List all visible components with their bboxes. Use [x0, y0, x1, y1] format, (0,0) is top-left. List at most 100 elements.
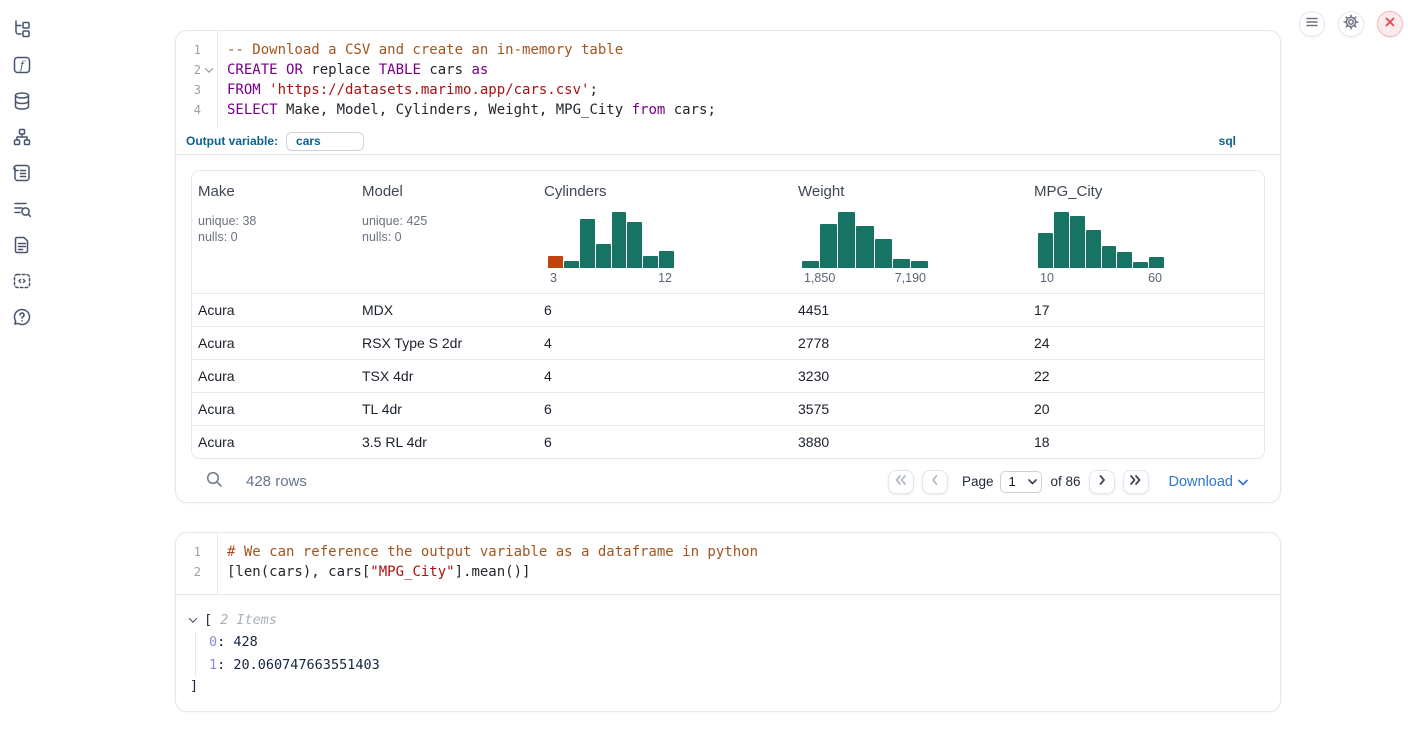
- axis-min-label: 10: [1040, 271, 1054, 285]
- tree-entry-value: 20.060747663551403: [233, 657, 379, 673]
- table-row[interactable]: AcuraMDX6445117: [192, 293, 1264, 326]
- histogram-bar[interactable]: [564, 261, 579, 268]
- tree-entry-value: 428: [233, 634, 257, 650]
- column-header: Modelunique: 425nulls: 0: [356, 171, 538, 293]
- page-select[interactable]: 1: [1000, 471, 1042, 493]
- code-token: TABLE: [379, 62, 421, 78]
- code-token: "MPG_City": [370, 564, 454, 580]
- axis-min-label: 1,850: [804, 271, 835, 285]
- python-code-editor[interactable]: 1# We can reference the output variable …: [176, 533, 1280, 595]
- code-snippet-icon: [12, 271, 32, 296]
- histogram-bar[interactable]: [627, 222, 642, 268]
- search-icon: [205, 470, 223, 493]
- settings-button[interactable]: [1338, 11, 1364, 37]
- table-cell: 24: [1028, 335, 1265, 351]
- sidebar-item-documentation[interactable]: [11, 236, 33, 258]
- tree-entry[interactable]: 0: 428: [209, 631, 1265, 654]
- histogram-bar[interactable]: [1149, 257, 1164, 268]
- histogram-bar[interactable]: [1117, 252, 1132, 268]
- fold-spacer: [201, 542, 217, 562]
- histogram-bar[interactable]: [1038, 233, 1053, 268]
- table-cell: TL 4dr: [356, 401, 538, 417]
- table-cell: 4: [538, 368, 792, 384]
- table-cell: 3880: [792, 434, 1028, 450]
- tree-entry[interactable]: 1: 20.060747663551403: [209, 654, 1265, 677]
- last-page-button[interactable]: [1123, 470, 1149, 494]
- table-cell: Acura: [192, 368, 356, 384]
- page-total-label: of 86: [1050, 474, 1080, 489]
- histogram-bar[interactable]: [1070, 216, 1085, 268]
- code-token: [278, 62, 286, 78]
- code-token: from: [632, 102, 666, 118]
- table-row[interactable]: AcuraTSX 4dr4323022: [192, 359, 1264, 392]
- output-variable-input[interactable]: [286, 132, 364, 151]
- column-stat: nulls: 0: [198, 229, 346, 245]
- histogram-bar[interactable]: [596, 244, 611, 268]
- table-cell: 3575: [792, 401, 1028, 417]
- search-button[interactable]: [205, 470, 223, 493]
- tree-entry-key: 0: [209, 634, 217, 650]
- histogram-bar[interactable]: [838, 212, 855, 268]
- table-row[interactable]: AcuraRSX Type S 2dr4277824: [192, 326, 1264, 359]
- code-line: 2CREATE OR replace TABLE cars as: [176, 60, 1280, 80]
- code-token: ].mean()]: [455, 564, 531, 580]
- histogram-bar[interactable]: [659, 251, 674, 268]
- file-tree-icon: [12, 19, 32, 44]
- histogram-bar[interactable]: [820, 224, 837, 268]
- menu-button[interactable]: [1299, 11, 1325, 37]
- sidebar-item-help[interactable]: [11, 308, 33, 330]
- sidebar-item-logs[interactable]: [11, 200, 33, 222]
- prev-page-button[interactable]: [922, 470, 948, 494]
- column-label: Cylinders: [544, 183, 782, 200]
- download-button[interactable]: Download: [1169, 474, 1249, 490]
- sidebar-item-scratchpad[interactable]: [11, 164, 33, 186]
- histogram-bar[interactable]: [856, 226, 873, 268]
- scroll-icon: [12, 163, 32, 188]
- table-cell: 3230: [792, 368, 1028, 384]
- sidebar-item-variables[interactable]: f: [11, 56, 33, 78]
- gear-icon: [1343, 14, 1359, 35]
- next-page-button[interactable]: [1089, 470, 1115, 494]
- histogram-bar[interactable]: [612, 212, 627, 268]
- histogram-bars: [802, 212, 928, 268]
- code-line: 1# We can reference the output variable …: [176, 542, 1280, 562]
- code-text: SELECT Make, Model, Cylinders, Weight, M…: [217, 100, 716, 120]
- chevrons-left-icon: [894, 473, 907, 491]
- sidebar-item-data-sources[interactable]: [11, 92, 33, 114]
- fold-toggle-icon[interactable]: [201, 60, 217, 80]
- code-text: -- Download a CSV and create an in-memor…: [217, 40, 623, 60]
- table-cell: MDX: [356, 302, 538, 318]
- language-badge[interactable]: sql: [1219, 134, 1236, 148]
- histogram-bar[interactable]: [1133, 262, 1148, 268]
- table-cell: 3.5 RL 4dr: [356, 434, 538, 450]
- code-token: -- Download a CSV and create an in-memor…: [227, 42, 623, 58]
- column-label: Model: [362, 183, 528, 200]
- first-page-button[interactable]: [888, 470, 914, 494]
- tree-collapse-toggle[interactable]: [190, 617, 204, 623]
- code-token: [261, 82, 269, 98]
- histogram-bar[interactable]: [1054, 212, 1069, 268]
- histogram-bar[interactable]: [893, 259, 910, 268]
- histogram-bar[interactable]: [643, 256, 658, 268]
- code-token: ;: [589, 82, 597, 98]
- histogram-bar[interactable]: [875, 239, 892, 268]
- histogram-bar[interactable]: [911, 261, 928, 268]
- code-token: 'https://datasets.marimo.app/cars.csv': [269, 82, 589, 98]
- histogram-bar[interactable]: [1102, 246, 1117, 268]
- line-number: 4: [176, 100, 201, 120]
- sql-code-editor[interactable]: 1-- Download a CSV and create an in-memo…: [176, 31, 1280, 128]
- histogram-bar[interactable]: [548, 256, 563, 268]
- histogram-bar[interactable]: [802, 261, 819, 268]
- table-row[interactable]: Acura3.5 RL 4dr6388018: [192, 425, 1264, 458]
- code-line: 4 SELECT Make, Model, Cylinders, Weight, …: [176, 100, 1280, 120]
- tree-open-bracket: [: [204, 612, 212, 628]
- column-histogram: 1060: [1038, 212, 1164, 285]
- sidebar-item-file-explorer[interactable]: [11, 20, 33, 42]
- histogram-bar[interactable]: [1086, 230, 1101, 268]
- sidebar-item-dependencies[interactable]: [11, 128, 33, 150]
- histogram-bar[interactable]: [580, 219, 595, 268]
- sidebar-item-snippets[interactable]: [11, 272, 33, 294]
- table-cell: 6: [538, 434, 792, 450]
- table-row[interactable]: AcuraTL 4dr6357520: [192, 392, 1264, 425]
- shutdown-button[interactable]: [1377, 11, 1403, 37]
